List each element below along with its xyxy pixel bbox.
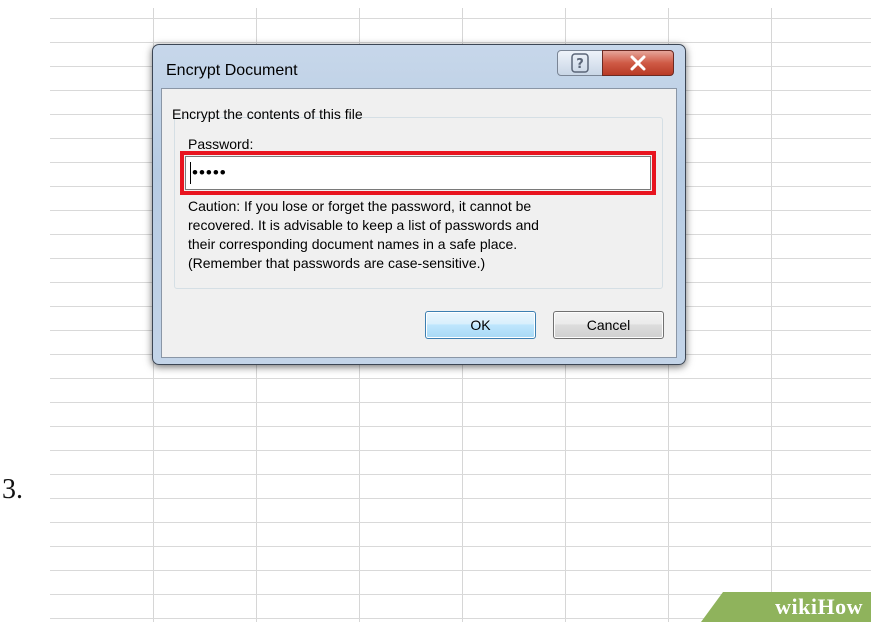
- watermark-suffix: How: [817, 594, 863, 619]
- watermark-prefix: wiki: [775, 594, 818, 619]
- dialog-title: Encrypt Document: [166, 62, 298, 79]
- help-button[interactable]: ?: [557, 50, 603, 76]
- caution-text-line-2: recovered. It is advisable to keep a lis…: [188, 217, 539, 233]
- close-x-icon: [603, 51, 673, 80]
- cancel-button[interactable]: Cancel: [553, 311, 664, 339]
- step-number: 3.: [2, 474, 23, 505]
- text-caret: [190, 162, 191, 184]
- ok-button[interactable]: OK: [425, 311, 536, 339]
- caution-text-line-4: (Remember that passwords are case-sensit…: [188, 255, 486, 271]
- help-question-icon: ?: [558, 51, 602, 80]
- encrypt-document-dialog: Encrypt Document ? Encrypt the contents …: [152, 44, 686, 365]
- caution-text-line-1: Caution: If you lose or forget the passw…: [188, 198, 532, 214]
- password-input[interactable]: •••••: [185, 156, 651, 190]
- svg-text:?: ?: [576, 57, 584, 72]
- group-label: Encrypt the contents of this file: [172, 106, 363, 122]
- caution-text-line-3: their corresponding document names in a …: [188, 236, 518, 252]
- password-label: Password:: [188, 136, 254, 152]
- wikihow-watermark: wikiHow: [701, 592, 871, 622]
- close-button[interactable]: [602, 50, 674, 76]
